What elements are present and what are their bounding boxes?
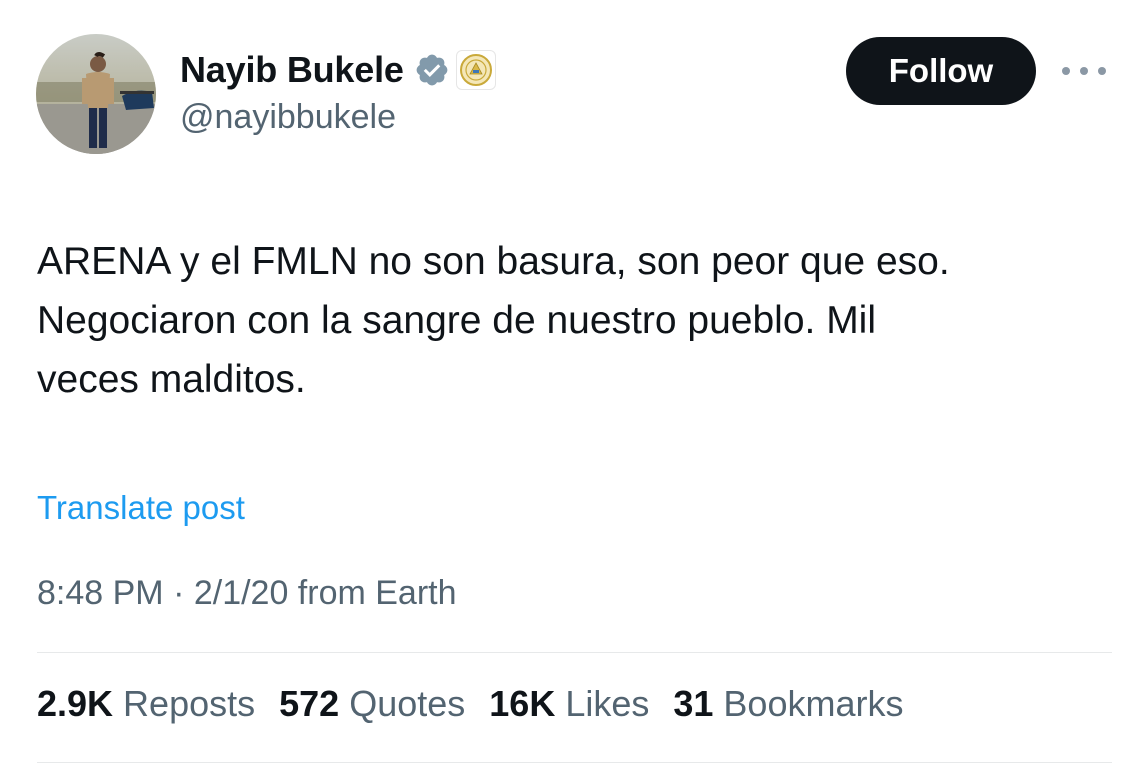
more-dot [1062,67,1070,75]
verified-badge-icon[interactable] [414,52,450,88]
stat-value: 16K [489,683,556,724]
more-dot [1080,67,1088,75]
stat-label: Quotes [349,683,466,724]
tweet-text: ARENA y el FMLN no son basura, son peor … [37,232,1112,409]
stat-likes[interactable]: 16K Likes [489,683,649,725]
divider [37,652,1112,653]
stat-reposts[interactable]: 2.9K Reposts [37,683,255,725]
author-display-name[interactable]: Nayib Bukele [180,49,404,91]
seal-graphic [459,54,492,86]
tweet-text-line: veces malditos. [37,358,306,401]
stat-value: 572 [279,683,340,724]
stat-label: Likes [565,683,650,724]
divider [37,762,1112,763]
government-seal-icon[interactable] [455,50,496,90]
stat-value: 31 [673,683,714,724]
tweet-text-line: ARENA y el FMLN no son basura, son peor … [37,240,950,283]
more-horizontal-icon[interactable] [1062,62,1106,80]
stat-bookmarks[interactable]: 31 Bookmarks [673,683,903,725]
stat-label: Bookmarks [723,683,904,724]
engagement-stats: 2.9K Reposts 572 Quotes 16K Likes 31 Bookmar… [37,683,927,725]
avatar-photo [36,34,156,154]
more-dot [1098,67,1106,75]
stat-value: 2.9K [37,683,114,724]
author-handle[interactable]: @nayibbukele [180,98,396,137]
tweet-text-line: Negociaron con la sangre de nuestro pueb… [37,299,877,342]
author-name-row: Nayib Bukele [180,46,496,94]
avatar[interactable] [36,34,156,154]
follow-button[interactable]: Follow [846,37,1036,105]
tweet-timestamp[interactable]: 8:48 PM · 2/1/20 from Earth [37,574,457,613]
stat-label: Reposts [123,683,256,724]
translate-post-link[interactable]: Translate post [37,489,245,527]
stat-quotes[interactable]: 572 Quotes [279,683,465,725]
